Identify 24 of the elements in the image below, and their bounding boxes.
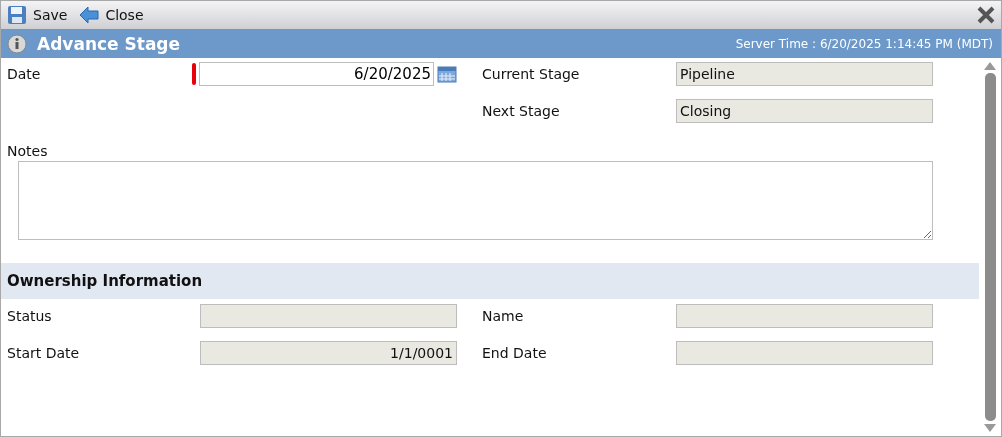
field-label: Status: [7, 308, 53, 324]
current-stage-field: Pipeline: [676, 62, 933, 86]
next-stage-field: Closing: [676, 99, 933, 123]
field-label: Date: [7, 66, 42, 82]
save-button[interactable]: Save: [7, 5, 68, 25]
server-time: Server Time : 6/20/2025 1:14:45 PM (MDT): [735, 36, 993, 51]
close-button[interactable]: Close: [79, 6, 144, 24]
info-icon: [7, 33, 27, 54]
field-label: Notes: [7, 143, 48, 159]
left-arrow-icon: [79, 6, 100, 24]
date-field[interactable]: 6/20/2025: [199, 62, 434, 86]
field-label: End Date: [482, 345, 548, 361]
notes-field[interactable]: [18, 161, 933, 240]
close-icon[interactable]: [977, 6, 995, 24]
calendar-icon[interactable]: [437, 65, 457, 83]
section-title: Ownership Information: [7, 272, 203, 290]
scroll-up-icon[interactable]: [984, 62, 996, 70]
readonly-field: 1/1/0001: [200, 341, 457, 365]
field-label: Name: [482, 308, 525, 324]
field-label: Current Stage: [482, 66, 581, 82]
field-label: Next Stage: [482, 103, 561, 119]
scroll-down-icon[interactable]: [984, 424, 996, 432]
field-label: Start Date: [7, 345, 81, 361]
dialog-title: Advance Stage: [37, 33, 181, 54]
